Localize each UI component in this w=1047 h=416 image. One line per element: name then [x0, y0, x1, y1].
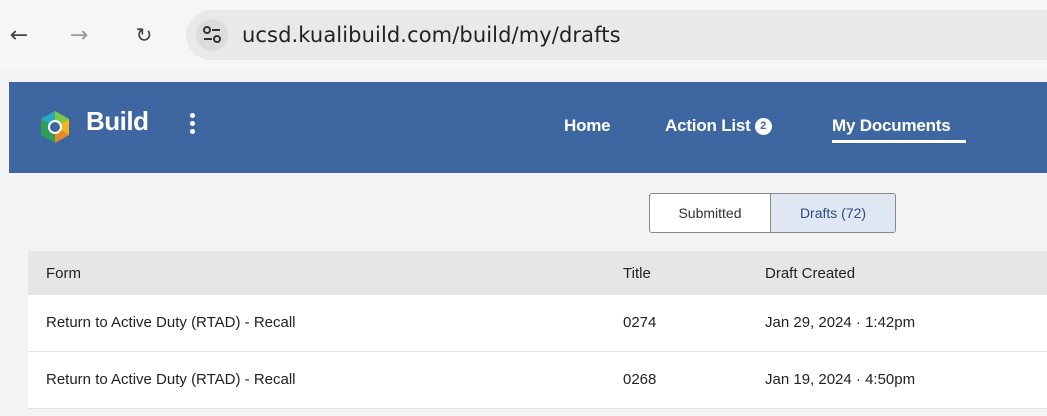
- cell-draft-created: Jan 29, 2024 · 1:42pm: [765, 314, 916, 331]
- forward-arrow-icon[interactable]: →: [66, 22, 92, 48]
- nav-action-list[interactable]: Action List 2: [665, 116, 772, 136]
- column-header-title[interactable]: Title: [623, 265, 651, 282]
- cell-title: 0268: [623, 371, 657, 388]
- nav-my-documents[interactable]: My Documents: [832, 116, 951, 136]
- table-row[interactable]: Return to Active Duty (RTAD) - Recall 02…: [28, 295, 1047, 352]
- address-bar[interactable]: ucsd.kualibuild.com/build/my/drafts: [186, 10, 1047, 60]
- nav-action-list-label: Action List: [665, 116, 751, 135]
- url-text[interactable]: ucsd.kualibuild.com/build/my/drafts: [242, 23, 621, 47]
- browser-toolbar: ← → ↻ ucsd.kualibuild.com/build/my/draft…: [0, 0, 1047, 70]
- cell-form: Return to Active Duty (RTAD) - Recall: [46, 314, 296, 331]
- app-header: Build Home Action List 2 My Documents: [9, 82, 1047, 173]
- nav-home[interactable]: Home: [564, 116, 611, 136]
- app-brand[interactable]: Build: [86, 106, 149, 137]
- cell-title: 0274: [623, 314, 657, 331]
- table-row[interactable]: Return to Active Duty (RTAD) - Recall 02…: [28, 352, 1047, 409]
- drafts-table: Form Title Draft Created Return to Activ…: [28, 251, 1047, 409]
- document-tabs: Submitted Drafts (72): [649, 193, 896, 233]
- action-count-badge: 2: [754, 118, 772, 135]
- column-header-draft-created[interactable]: Draft Created: [765, 265, 855, 282]
- table-header: Form Title Draft Created: [28, 251, 1047, 295]
- kuali-logo-icon[interactable]: [38, 110, 72, 144]
- active-nav-indicator: [832, 140, 966, 143]
- back-arrow-icon[interactable]: ←: [6, 22, 32, 48]
- reload-icon[interactable]: ↻: [131, 22, 157, 48]
- cell-form: Return to Active Duty (RTAD) - Recall: [46, 371, 296, 388]
- site-settings-icon[interactable]: [196, 19, 228, 51]
- more-menu-icon[interactable]: [187, 113, 197, 137]
- tab-submitted[interactable]: Submitted: [650, 194, 771, 232]
- column-header-form[interactable]: Form: [46, 265, 81, 282]
- tab-drafts[interactable]: Drafts (72): [771, 194, 895, 232]
- cell-draft-created: Jan 19, 2024 · 4:50pm: [765, 371, 916, 388]
